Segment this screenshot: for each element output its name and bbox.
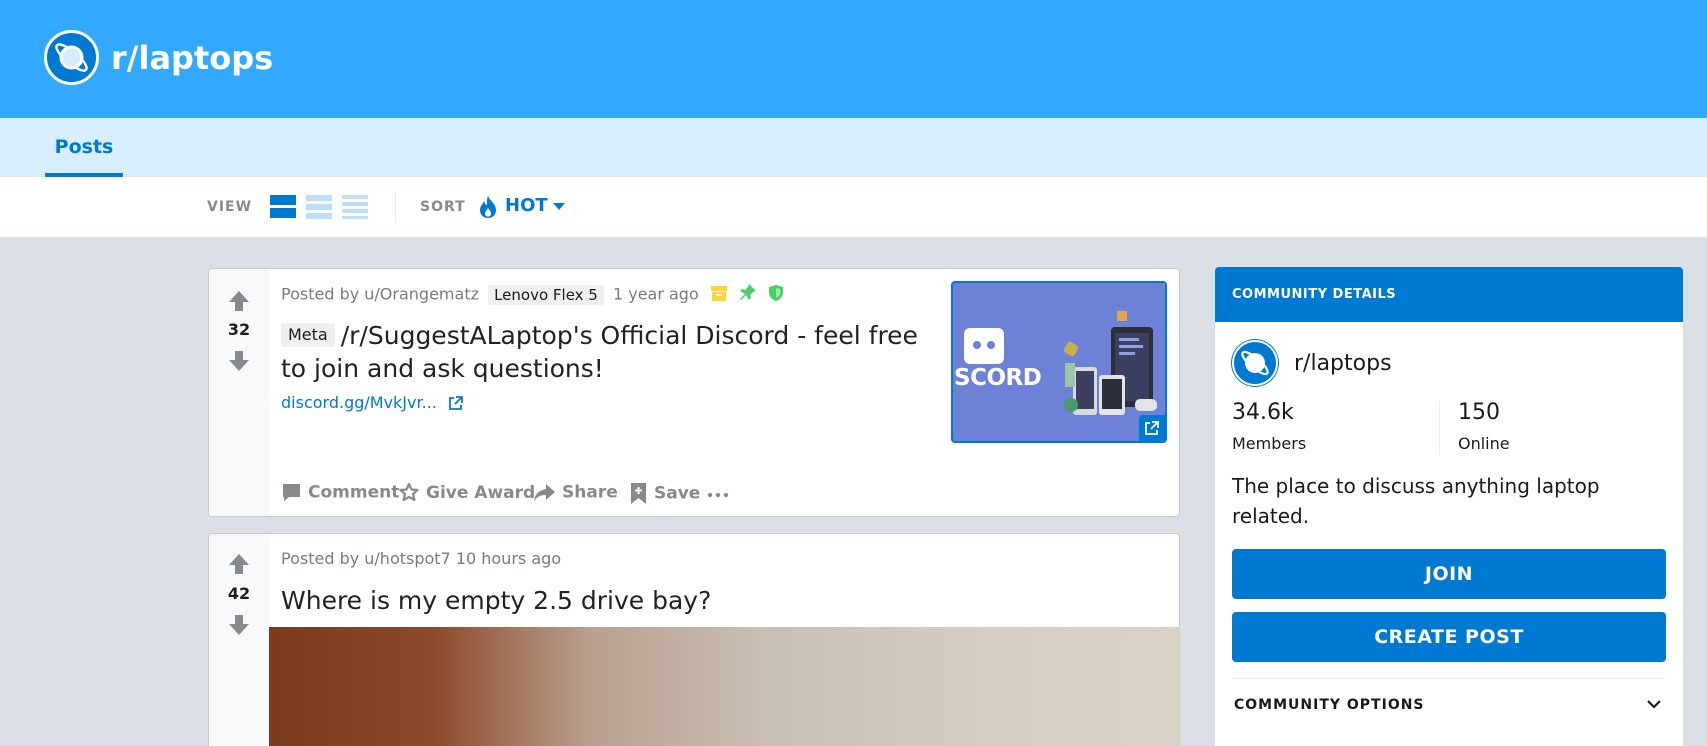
- compact-view-icon[interactable]: [342, 194, 368, 220]
- tab-posts[interactable]: Posts: [45, 118, 123, 177]
- post-author[interactable]: Posted by u/hotspot7: [281, 549, 451, 568]
- give-award-label: Give Award: [426, 483, 536, 503]
- post-link-text[interactable]: discord.gg/MvkJvr...: [281, 393, 437, 412]
- post-card[interactable]: 42 Posted by u/hotspot7 10 hours ago Whe…: [208, 533, 1180, 746]
- downvote-icon[interactable]: [227, 613, 251, 637]
- upvote-icon[interactable]: [227, 552, 251, 576]
- comment-label: Comment: [308, 482, 400, 503]
- view-sort-bar: VIEW SORT HOT: [0, 177, 1707, 237]
- pin-icon: [739, 284, 757, 306]
- post-flair[interactable]: Meta: [281, 323, 335, 347]
- join-button[interactable]: JOIN: [1232, 549, 1666, 599]
- comment-button[interactable]: Comment: [281, 482, 399, 503]
- divider: [395, 191, 396, 223]
- comment-icon: [283, 484, 300, 501]
- share-icon: [534, 484, 555, 501]
- planet-icon[interactable]: [44, 30, 99, 85]
- create-post-button[interactable]: CREATE POST: [1232, 612, 1666, 662]
- vote-column: 42: [209, 534, 269, 746]
- post-card[interactable]: 32 Posted by u/Orangematz Lenovo Flex 5 …: [208, 268, 1180, 517]
- chevron-down-icon[interactable]: [553, 203, 565, 210]
- classic-view-icon[interactable]: [306, 194, 332, 220]
- user-flair: Lenovo Flex 5: [488, 284, 604, 305]
- online-label: Online: [1458, 434, 1510, 453]
- subreddit-banner: r/laptops: [0, 0, 1707, 118]
- vote-score: 32: [227, 320, 251, 339]
- post-meta: Posted by u/Orangematz Lenovo Flex 5 1 y…: [281, 284, 784, 306]
- downvote-icon[interactable]: [227, 349, 251, 373]
- sort-label: SORT: [420, 199, 466, 215]
- post-time[interactable]: 10 hours ago: [456, 549, 561, 568]
- members-count: 34.6k: [1232, 400, 1294, 425]
- post-title-text[interactable]: /r/SuggestALaptop's Official Discord - f…: [281, 321, 918, 383]
- sort-dropdown[interactable]: HOT: [505, 195, 548, 216]
- members-label: Members: [1232, 434, 1307, 453]
- planet-icon[interactable]: [1232, 340, 1278, 386]
- divider: [1232, 678, 1666, 679]
- post-author[interactable]: Posted by u/Orangematz: [281, 285, 479, 304]
- community-description: The place to discuss anything laptop rel…: [1232, 474, 1600, 528]
- save-label: Save: [654, 483, 701, 504]
- flame-icon[interactable]: [478, 195, 498, 223]
- post-title[interactable]: Where is my empty 2.5 drive bay?: [281, 584, 1141, 617]
- vote-score: 42: [227, 584, 251, 603]
- view-label: VIEW: [207, 199, 253, 215]
- post-time[interactable]: 1 year ago: [613, 285, 699, 304]
- bookmark-icon: [631, 483, 646, 504]
- ellipsis-icon: [707, 492, 729, 498]
- vote-column: 32: [209, 269, 269, 516]
- post-title[interactable]: Meta/r/SuggestALaptop's Official Discord…: [281, 319, 931, 385]
- post-link[interactable]: discord.gg/MvkJvr...: [281, 393, 463, 412]
- card-view-icon[interactable]: [270, 194, 296, 220]
- thumbnail-text: SCORD: [954, 365, 1042, 391]
- community-details-title: COMMUNITY DETAILS: [1232, 287, 1397, 302]
- post-meta: Posted by u/hotspot7 10 hours ago: [281, 549, 561, 568]
- subreddit-title: r/laptops: [111, 39, 274, 77]
- more-options-button[interactable]: [707, 485, 735, 505]
- share-button[interactable]: Share: [533, 482, 618, 503]
- upvote-icon[interactable]: [227, 289, 251, 313]
- chevron-down-icon[interactable]: [1645, 695, 1663, 713]
- post-image[interactable]: [269, 627, 1179, 746]
- community-details-header: COMMUNITY DETAILS: [1215, 267, 1683, 322]
- community-details-card: COMMUNITY DETAILS r/laptops 34.6k Member…: [1215, 267, 1683, 746]
- tab-bar: Posts: [0, 118, 1707, 177]
- stat-divider: [1439, 401, 1440, 455]
- community-options[interactable]: COMMUNITY OPTIONS: [1234, 697, 1425, 713]
- external-link-icon: [1139, 415, 1165, 441]
- external-link-icon: [449, 396, 463, 410]
- archive-icon: [710, 284, 728, 306]
- online-count: 150: [1458, 400, 1500, 425]
- post-thumbnail[interactable]: SCORD: [951, 281, 1167, 443]
- give-award-button[interactable]: Give Award: [398, 482, 535, 504]
- share-label: Share: [562, 482, 618, 503]
- community-name[interactable]: r/laptops: [1294, 351, 1392, 376]
- shield-icon: [768, 284, 784, 306]
- award-icon: [399, 482, 419, 502]
- save-button[interactable]: Save: [629, 482, 700, 505]
